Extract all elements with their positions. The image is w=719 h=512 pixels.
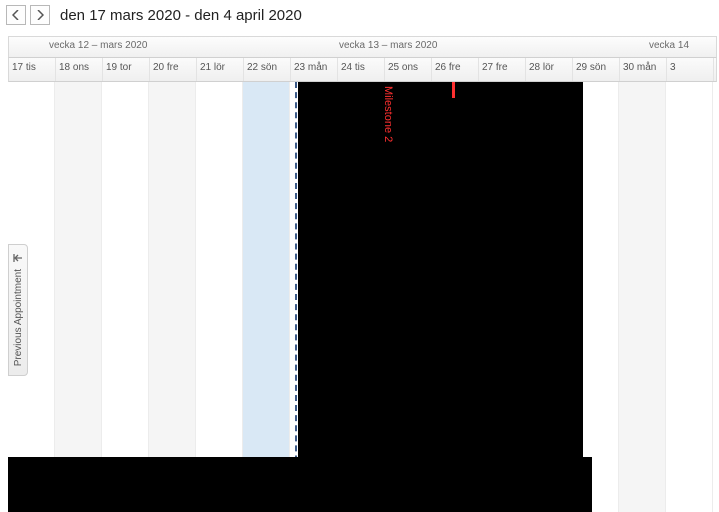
day-header[interactable]: 20 fre bbox=[150, 58, 197, 81]
day-header[interactable]: 28 lör bbox=[526, 58, 573, 81]
day-ruler: 17 tis18 ons19 tor20 fre21 lör22 sön23 m… bbox=[8, 58, 717, 82]
day-column[interactable] bbox=[102, 82, 149, 512]
chevron-right-icon bbox=[36, 10, 44, 20]
week-label: vecka 14 bbox=[649, 40, 689, 51]
day-header[interactable]: 29 sön bbox=[573, 58, 620, 81]
day-column[interactable] bbox=[619, 82, 666, 512]
chevron-left-icon bbox=[12, 10, 20, 20]
day-column[interactable] bbox=[666, 82, 713, 512]
week-ruler: vecka 12 – mars 2020 vecka 13 – mars 202… bbox=[8, 36, 717, 58]
day-header[interactable]: 30 mån bbox=[620, 58, 667, 81]
day-column[interactable] bbox=[149, 82, 196, 512]
prev-button[interactable] bbox=[6, 5, 26, 25]
day-header[interactable]: 27 fre bbox=[479, 58, 526, 81]
day-header[interactable]: 18 ons bbox=[56, 58, 103, 81]
arrow-left-bar-icon bbox=[13, 253, 23, 263]
date-range-title: den 17 mars 2020 - den 4 april 2020 bbox=[54, 7, 302, 24]
previous-appointment-label: Previous Appointment bbox=[13, 269, 24, 366]
week-label: vecka 12 – mars 2020 bbox=[49, 40, 147, 51]
week-label: vecka 13 – mars 2020 bbox=[339, 40, 437, 51]
timeline-grid[interactable]: Milestone 2 bbox=[8, 82, 717, 512]
day-column[interactable] bbox=[243, 82, 290, 512]
top-toolbar: den 17 mars 2020 - den 4 april 2020 bbox=[0, 0, 719, 30]
milestone-label: Milestone 2 bbox=[382, 86, 394, 142]
day-header[interactable]: 21 lör bbox=[197, 58, 244, 81]
day-column[interactable] bbox=[55, 82, 102, 512]
day-header[interactable]: 23 mån bbox=[291, 58, 338, 81]
day-header[interactable]: 26 fre bbox=[432, 58, 479, 81]
next-button[interactable] bbox=[30, 5, 50, 25]
previous-appointment-button[interactable]: Previous Appointment bbox=[8, 244, 28, 376]
day-header[interactable]: 3 bbox=[667, 58, 714, 81]
milestone-marker bbox=[452, 82, 455, 98]
day-header[interactable]: 17 tis bbox=[9, 58, 56, 81]
appointment-block-bottom[interactable] bbox=[8, 457, 592, 512]
day-header[interactable]: 22 sön bbox=[244, 58, 291, 81]
day-column[interactable] bbox=[196, 82, 243, 512]
day-header[interactable]: 25 ons bbox=[385, 58, 432, 81]
day-header[interactable]: 24 tis bbox=[338, 58, 385, 81]
day-header[interactable]: 19 tor bbox=[103, 58, 150, 81]
appointment-block[interactable] bbox=[298, 82, 583, 457]
